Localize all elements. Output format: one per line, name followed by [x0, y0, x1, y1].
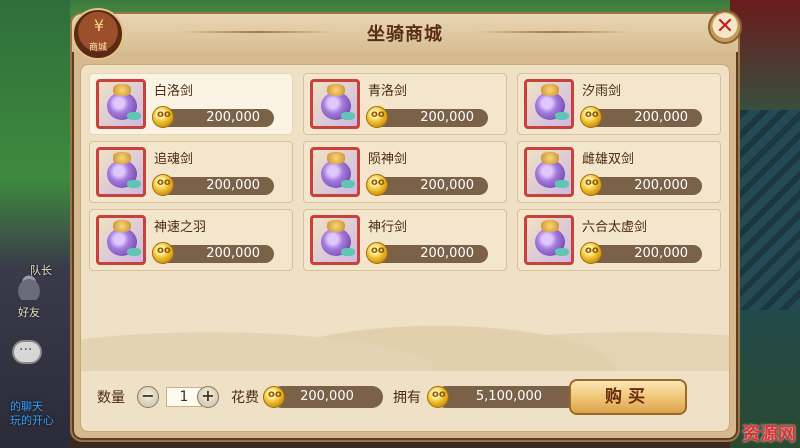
shop-bag-icon: ¥: [93, 16, 105, 35]
bag-knot-icon: [541, 152, 559, 164]
gold-coin-icon: [152, 242, 174, 264]
item-price: 200,000: [420, 246, 474, 261]
bag-tassel-icon: [127, 248, 141, 256]
gold-coin-icon: [263, 386, 285, 408]
item-grid: 白洛剑 200,000 青洛剑 200,000: [89, 73, 721, 271]
item-icon-frame: [310, 215, 360, 265]
shop-logo-badge: ¥ 商城: [72, 8, 124, 60]
item-icon-frame: [524, 215, 574, 265]
item-icon-frame: [310, 79, 360, 129]
background-left: [0, 0, 70, 448]
quantity-minus-button[interactable]: −: [137, 386, 159, 408]
gold-coin-icon: [580, 174, 602, 196]
item-name: 白洛剑: [154, 84, 194, 99]
gold-coin-icon: [366, 242, 388, 264]
bag-tassel-icon: [555, 248, 569, 256]
gold-coin-icon: [366, 174, 388, 196]
bag-tassel-icon: [555, 180, 569, 188]
owned-label: 拥有: [393, 390, 421, 406]
bag-knot-icon: [327, 152, 345, 164]
shop-logo-label: 商城: [88, 43, 107, 53]
shop-item[interactable]: 白洛剑 200,000: [89, 73, 293, 135]
item-price: 200,000: [634, 110, 688, 125]
item-price: 200,000: [206, 246, 260, 261]
bag-knot-icon: [327, 220, 345, 232]
bag-tassel-icon: [341, 112, 355, 120]
watermark-text: 资源网: [742, 424, 796, 445]
item-name: 神行剑: [368, 220, 408, 235]
shop-content: 白洛剑 200,000 青洛剑 200,000: [80, 64, 730, 432]
bag-knot-icon: [541, 84, 559, 96]
item-name: 六合太虚剑: [582, 220, 648, 235]
item-icon-frame: [96, 147, 146, 197]
bag-knot-icon: [113, 220, 131, 232]
background-roof: [730, 110, 800, 310]
item-icon-frame: [524, 147, 574, 197]
item-name: 雌雄双剑: [582, 152, 635, 167]
bag-tassel-icon: [555, 112, 569, 120]
quantity-label: 数量: [97, 390, 125, 406]
quantity-plus-button[interactable]: +: [197, 386, 219, 408]
mount-shop-window: 坐骑商城 ¥ 商城 ✕ 白洛剑 200,000 oo 青洛剑 200,000 o…: [70, 8, 742, 442]
window-title: 坐骑商城: [367, 24, 443, 45]
bag-knot-icon: [327, 84, 345, 96]
item-name: 陨神剑: [368, 152, 408, 167]
friends-label[interactable]: 好友: [18, 304, 40, 320]
shop-item[interactable]: 陨神剑 200,000: [303, 141, 507, 203]
gold-coin-icon: [580, 106, 602, 128]
purchase-footer: 数量 − 1 + 花费 200,000 拥有 5,100,000 购买: [91, 377, 719, 417]
chat-icon[interactable]: [12, 340, 42, 364]
item-icon-frame: [524, 79, 574, 129]
shop-item[interactable]: 追魂剑 200,000: [89, 141, 293, 203]
item-name: 汐雨剑: [582, 84, 622, 99]
item-name: 神速之羽: [154, 220, 207, 235]
cost-value: 200,000: [271, 386, 383, 408]
item-price: 200,000: [206, 178, 260, 193]
bag-tassel-icon: [127, 180, 141, 188]
shop-item[interactable]: 雌雄双剑 200,000: [517, 141, 721, 203]
item-price: 200,000: [634, 178, 688, 193]
gold-coin-icon: [152, 174, 174, 196]
close-icon: ✕: [715, 14, 735, 39]
close-button[interactable]: ✕: [708, 10, 742, 44]
friend-hat-icon[interactable]: [10, 270, 48, 300]
background-mountains: [81, 281, 729, 371]
bag-knot-icon: [113, 152, 131, 164]
shop-item[interactable]: 青洛剑 200,000: [303, 73, 507, 135]
gold-coin-icon: [366, 106, 388, 128]
item-name: 追魂剑: [154, 152, 194, 167]
bag-knot-icon: [541, 220, 559, 232]
item-name: 青洛剑: [368, 84, 408, 99]
shop-item[interactable]: 六合太虚剑 200,000: [517, 209, 721, 271]
owned-value: 5,100,000: [435, 386, 583, 408]
chat-text-2: 玩的开心: [10, 414, 54, 427]
gold-coin-icon: [580, 242, 602, 264]
gold-coin-icon: [427, 386, 449, 408]
cost-label: 花费: [231, 390, 259, 406]
watermark-logo: 资源网: [742, 420, 796, 446]
item-price: 200,000: [634, 246, 688, 261]
gold-coin-icon: [152, 106, 174, 128]
item-price: 200,000: [206, 110, 260, 125]
bag-knot-icon: [113, 84, 131, 96]
item-icon-frame: [310, 147, 360, 197]
item-price: 200,000: [420, 110, 474, 125]
shop-item[interactable]: 汐雨剑 200,000: [517, 73, 721, 135]
item-icon-frame: [96, 215, 146, 265]
shop-item[interactable]: 神行剑 200,000: [303, 209, 507, 271]
item-price: 200,000: [420, 178, 474, 193]
buy-button[interactable]: 购买: [569, 379, 687, 415]
shop-item[interactable]: 神速之羽 200,000: [89, 209, 293, 271]
bag-tassel-icon: [341, 248, 355, 256]
window-header: 坐骑商城: [72, 14, 738, 52]
bag-tassel-icon: [341, 180, 355, 188]
item-icon-frame: [96, 79, 146, 129]
bag-tassel-icon: [127, 112, 141, 120]
title-ornament-right: [478, 31, 628, 33]
